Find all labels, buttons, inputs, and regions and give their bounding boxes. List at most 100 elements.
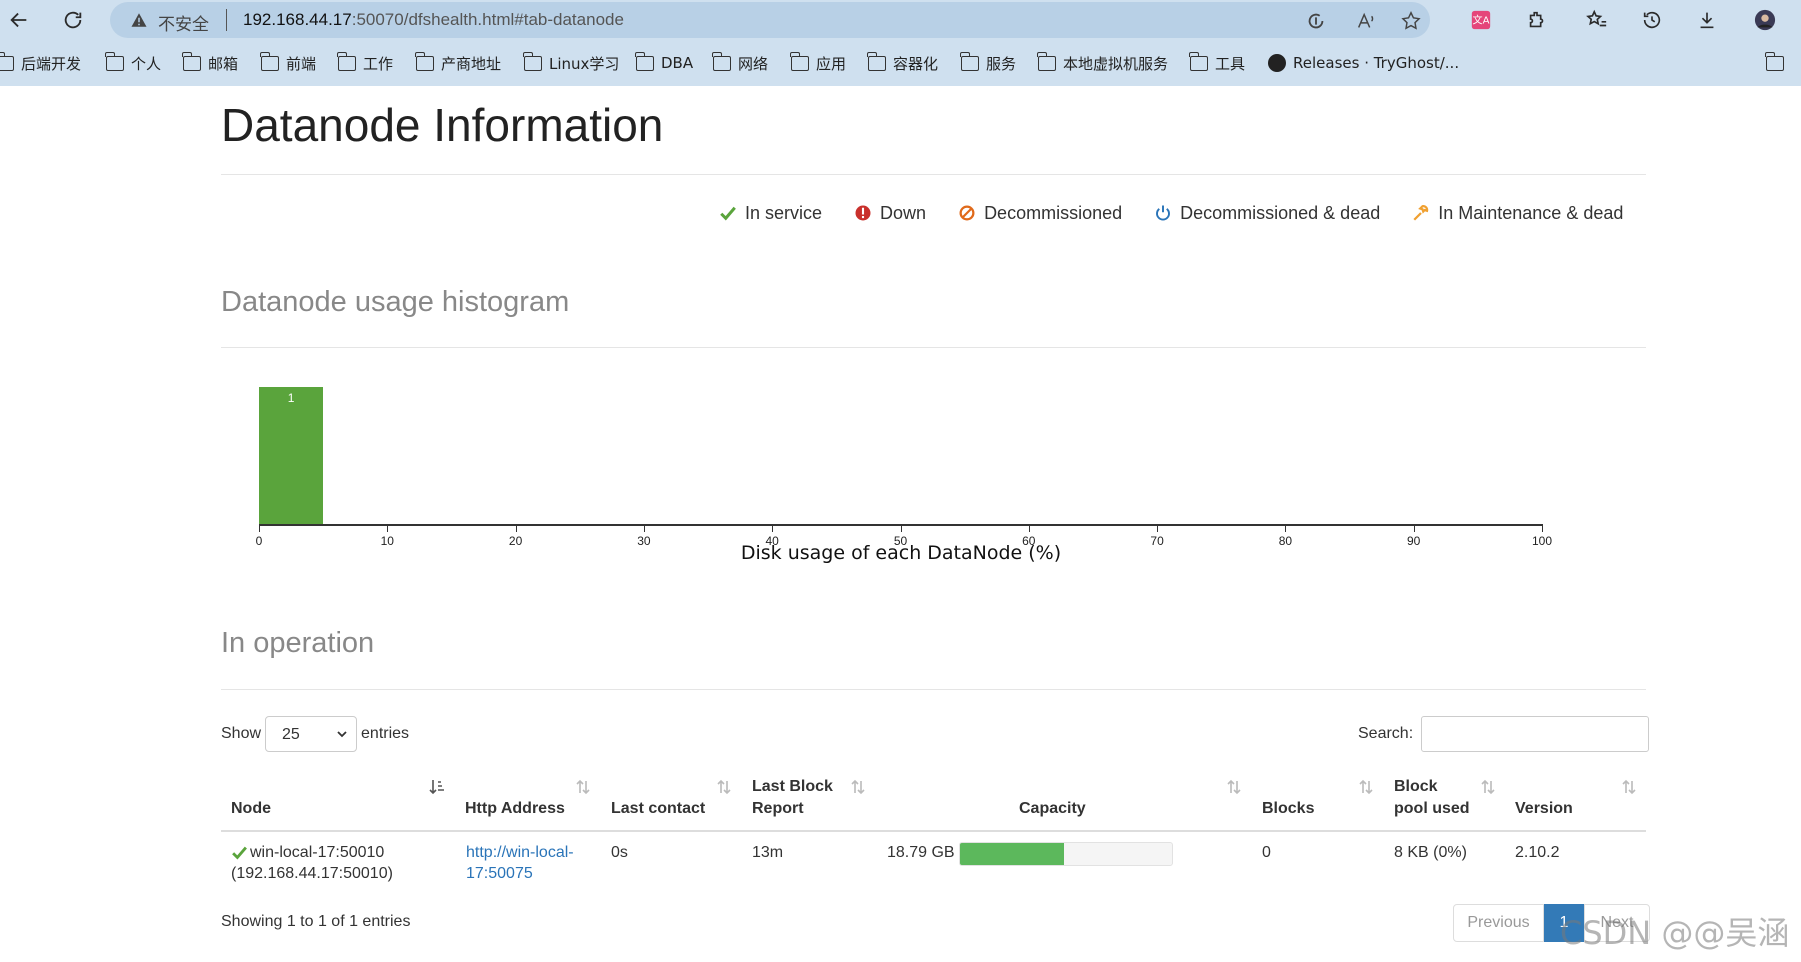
favorites-list-icon[interactable] <box>1582 6 1612 34</box>
bookmark-folder[interactable]: 工具 <box>1189 51 1246 74</box>
x-axis-tick <box>259 524 260 532</box>
x-axis-tick-label: 40 <box>765 534 779 548</box>
column-header-block-pool-used[interactable]: Block pool used <box>1394 776 1470 820</box>
translate-extension-icon[interactable]: 文A <box>1466 6 1496 34</box>
address-separator <box>226 9 227 31</box>
history-icon[interactable] <box>1637 6 1667 34</box>
browser-chrome: 不安全 192.168.44.17:50070/dfshealth.html#t… <box>0 0 1801 86</box>
power-icon <box>1156 205 1171 221</box>
x-axis-tick <box>1028 524 1030 532</box>
cell-capacity: 18.79 GB <box>887 844 955 861</box>
extensions-icon[interactable] <box>1522 6 1552 34</box>
bookmark-label: 后端开发 <box>21 54 82 73</box>
bookmark-label: 个人 <box>131 54 162 73</box>
http-address-link[interactable]: http://win-local- 17:50075 <box>466 844 574 882</box>
sort-both-icon[interactable] <box>716 778 732 796</box>
folder-icon <box>1765 51 1784 71</box>
bookmark-folder[interactable]: 产商地址 <box>415 51 501 74</box>
header-line: Block <box>1394 778 1438 795</box>
bookmark-folder[interactable]: 容器化 <box>867 51 938 74</box>
bookmark-link[interactable]: Releases · TryGhost/... <box>1268 52 1459 74</box>
bookmark-folder[interactable]: 个人 <box>105 51 162 74</box>
bookmark-folder[interactable]: DBA <box>635 51 693 74</box>
folder-icon <box>790 51 809 71</box>
sort-both-icon[interactable] <box>575 778 591 796</box>
previous-page-button[interactable]: Previous <box>1453 904 1544 942</box>
sort-both-icon[interactable] <box>1621 778 1637 796</box>
link-line: http://win-local- <box>466 844 574 861</box>
column-header-capacity[interactable]: Capacity <box>1019 798 1086 820</box>
column-header-http[interactable]: Http Address <box>465 798 565 820</box>
x-axis-tick-label: 30 <box>637 534 651 548</box>
x-axis-tick-label: 10 <box>380 534 394 548</box>
bookmark-label: 工作 <box>363 54 394 73</box>
address-bar[interactable]: 不安全 192.168.44.17:50070/dfshealth.html#t… <box>110 2 1430 38</box>
back-icon[interactable] <box>4 6 34 34</box>
bookmark-folder[interactable]: 后端开发 <box>0 51 82 74</box>
sort-both-icon[interactable] <box>1226 778 1242 796</box>
downloads-icon[interactable] <box>1692 6 1722 34</box>
x-axis-tick <box>643 524 645 532</box>
folder-icon <box>960 51 979 71</box>
bookmark-label: 工具 <box>1215 54 1246 73</box>
column-header-last-block-report[interactable]: Last Block Report <box>752 776 833 820</box>
search-label: Search: <box>1358 725 1414 742</box>
sort-both-icon[interactable] <box>1480 778 1496 796</box>
bookmark-label: 本地虚拟机服务 <box>1063 54 1169 73</box>
x-axis-tick-label: 50 <box>893 534 908 548</box>
folder-icon <box>1037 51 1056 71</box>
search-input[interactable] <box>1421 716 1650 752</box>
histogram-title: Datanode usage histogram <box>221 286 570 318</box>
legend-in-service: In service <box>719 203 822 224</box>
legend-label: Decommissioned & dead <box>1180 202 1381 223</box>
histogram-bar <box>259 387 324 524</box>
folder-icon <box>337 51 356 71</box>
x-axis-tick <box>1285 524 1287 532</box>
x-axis-tick <box>1542 524 1543 532</box>
page-size-select[interactable]: 25 <box>265 716 358 752</box>
read-aloud-icon[interactable] <box>1355 10 1377 32</box>
column-header-blocks[interactable]: Blocks <box>1262 798 1314 820</box>
x-axis-tick-label: 20 <box>508 534 523 548</box>
bookmark-folder[interactable]: 本地虚拟机服务 <box>1037 51 1169 74</box>
bookmark-label: Linux学习 <box>549 54 620 73</box>
profile-avatar-icon[interactable] <box>1750 6 1780 34</box>
bookmark-folder[interactable]: 前端 <box>260 51 316 74</box>
other-favorites-folder[interactable] <box>1765 51 1791 74</box>
folder-icon <box>0 51 14 71</box>
header-line: Report <box>752 800 804 817</box>
legend-label: Down <box>880 202 927 223</box>
favorite-star-icon[interactable] <box>1400 10 1422 32</box>
legend-label: In Maintenance & dead <box>1438 202 1624 223</box>
column-header-version[interactable]: Version <box>1515 798 1573 820</box>
bookmark-folder[interactable]: Linux学习 <box>523 51 620 74</box>
reload-icon[interactable] <box>58 6 88 34</box>
cell-last-block-report: 13m <box>752 844 784 861</box>
header-line: pool used <box>1394 800 1470 817</box>
folder-icon <box>105 51 124 71</box>
sort-both-icon[interactable] <box>1358 778 1374 796</box>
sort-both-icon[interactable] <box>850 778 866 796</box>
in-operation-title: In operation <box>221 627 375 659</box>
sort-ascending-icon[interactable] <box>429 778 445 796</box>
bookmark-folder[interactable]: 网络 <box>712 51 768 74</box>
table-info: Showing 1 to 1 of 1 entries <box>221 913 411 930</box>
watermark: CSDN @@吴涵 <box>1560 914 1790 952</box>
warning-icon <box>131 13 147 27</box>
read-page-icon[interactable] <box>1305 10 1327 32</box>
x-axis-tick <box>515 524 517 532</box>
folder-icon <box>523 51 542 71</box>
bookmark-folder[interactable]: 工作 <box>337 51 394 74</box>
url-text[interactable]: 192.168.44.17:50070/dfshealth.html#tab-d… <box>243 10 624 30</box>
folder-icon <box>260 51 279 71</box>
histogram-bar-label: 1 <box>287 391 295 405</box>
column-header-node[interactable]: Node <box>231 798 271 820</box>
bookmark-folder[interactable]: 应用 <box>790 51 846 74</box>
check-icon <box>232 846 247 860</box>
bookmark-folder[interactable]: 服务 <box>960 51 1017 74</box>
column-header-last-contact[interactable]: Last contact <box>611 798 705 820</box>
bookmark-label: 服务 <box>986 54 1017 73</box>
bookmark-folder[interactable]: 邮箱 <box>182 51 238 74</box>
node-address: (192.168.44.17:50010) <box>231 865 393 882</box>
page-title: Datanode Information <box>221 99 664 151</box>
